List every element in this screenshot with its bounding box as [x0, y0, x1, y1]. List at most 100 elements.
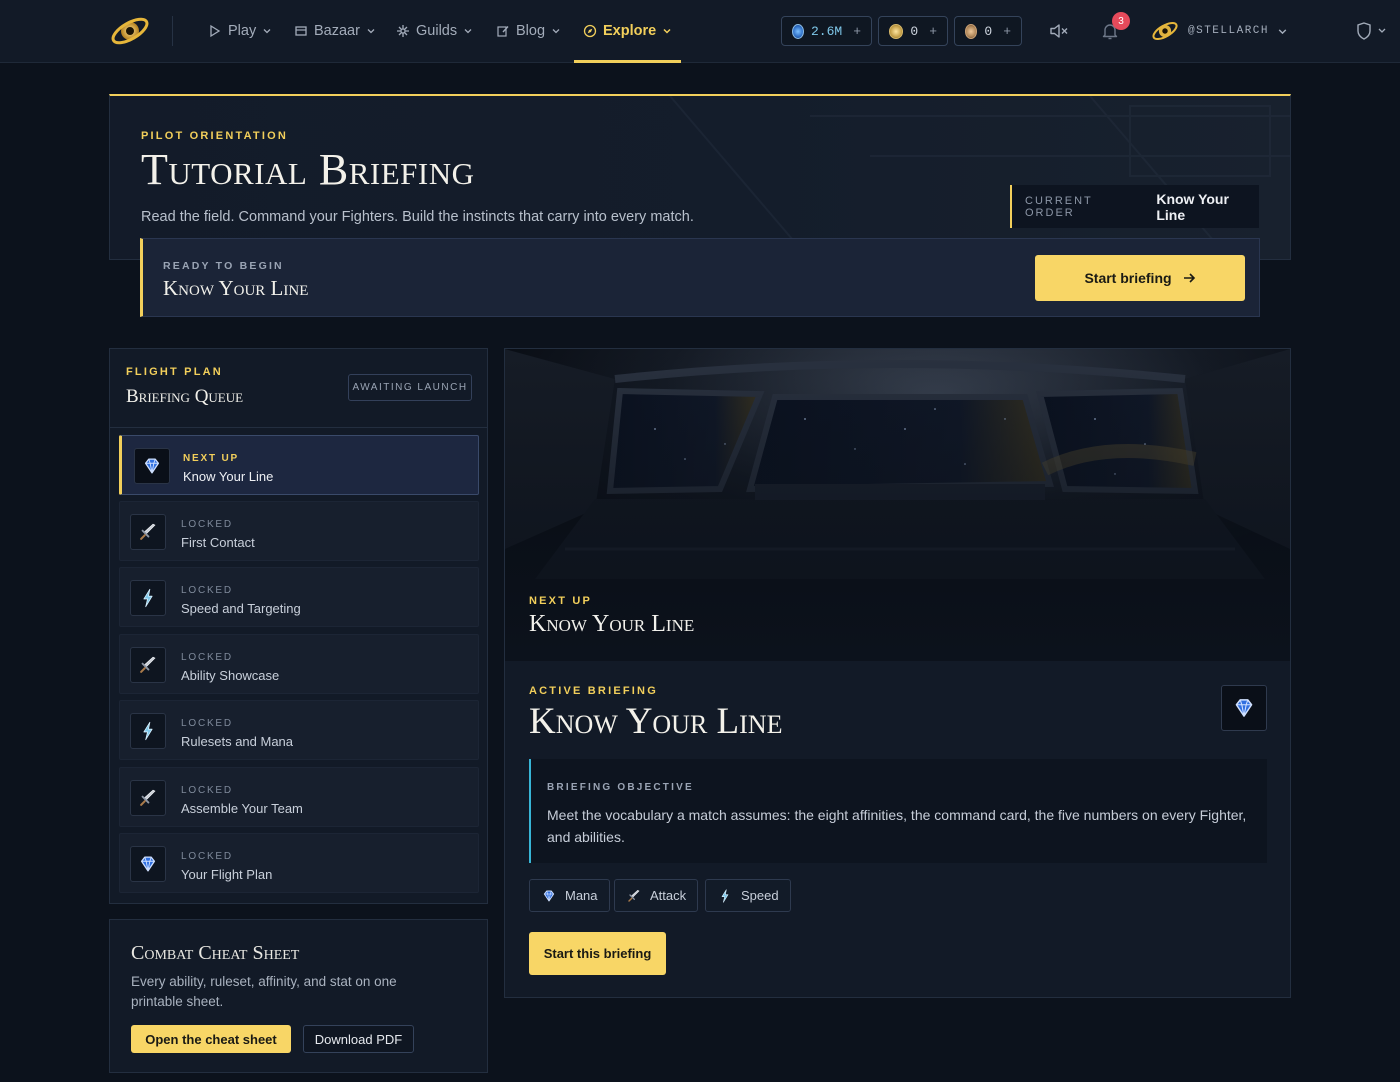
active-briefing-eyebrow: Active Briefing — [529, 685, 658, 697]
cheat-sheet-panel: Combat Cheat Sheet Every ability, rulese… — [109, 919, 488, 1073]
guild-icon — [397, 25, 409, 37]
chevron-down-icon — [552, 29, 560, 34]
chevron-down-icon — [464, 29, 472, 34]
bronze-coin-icon — [965, 23, 978, 39]
queue-item-icon-box — [130, 514, 166, 550]
cheat-sheet-title: Combat Cheat Sheet — [131, 942, 300, 964]
queue-item-status: Locked — [181, 851, 233, 862]
banner-title: Know Your Line — [529, 611, 695, 637]
objective-label: Briefing Objective — [547, 782, 694, 793]
ready-banner: Ready to begin Know Your Line Start brie… — [140, 238, 1260, 317]
briefing-banner: Next up Know Your Line — [505, 349, 1290, 661]
queue-item-status: Locked — [181, 785, 233, 796]
queue-item-icon-box — [130, 580, 166, 616]
briefing-icon-box — [1221, 685, 1267, 731]
user-menu[interactable]: @STELLARCH — [1150, 14, 1288, 48]
tag-label: Attack — [650, 888, 687, 903]
objective-text: Meet the vocabulary a match assumes: the… — [547, 807, 1247, 845]
play-icon — [210, 24, 221, 38]
queue-item[interactable]: Locked Ability Showcase — [119, 634, 479, 694]
nav-blog[interactable]: Blog — [496, 18, 561, 44]
briefing-title: Know Your Line — [529, 701, 783, 742]
nav-play-label: Play — [228, 23, 257, 39]
start-briefing-label: Start briefing — [1084, 270, 1172, 286]
queue-item[interactable]: Locked Rulesets and Mana — [119, 700, 479, 760]
credits-coin-icon — [792, 23, 804, 39]
currency-credits[interactable]: 2.6M + — [781, 16, 872, 46]
queue-item-name: Ability Showcase — [181, 668, 280, 683]
queue-item[interactable]: Locked First Contact — [119, 501, 479, 561]
queue-item-status: Locked — [181, 652, 233, 663]
currency-bronze[interactable]: 0 + — [954, 16, 1022, 46]
nav-bazaar[interactable]: Bazaar — [294, 18, 376, 44]
queue-item[interactable]: Next up Know Your Line — [119, 435, 479, 495]
tag-label: Mana — [565, 888, 598, 903]
nav-play[interactable]: Play — [208, 18, 272, 44]
current-order-value: Know Your Line — [1156, 190, 1229, 223]
tag-speed: Speed — [705, 879, 791, 912]
sword-icon — [137, 654, 159, 676]
queue-item-icon-box — [130, 713, 166, 749]
currency-gold-plus[interactable]: + — [929, 24, 937, 39]
top-navigation: Play Bazaar Guilds Blog Explore 2.6M + 0… — [0, 0, 1400, 63]
currency-bronze-value: 0 — [984, 23, 993, 39]
queue-item-name: Rulesets and Mana — [181, 734, 294, 749]
sword-icon — [137, 521, 159, 543]
queue-item-icon-box — [130, 647, 166, 683]
mute-icon[interactable] — [1048, 20, 1070, 42]
shield-icon[interactable] — [1355, 20, 1391, 42]
gem-icon — [541, 888, 557, 904]
nav-divider — [172, 16, 173, 46]
bolt-icon — [717, 888, 733, 904]
chevron-down-icon — [663, 28, 671, 34]
queue-item-status: Next up — [183, 453, 239, 464]
sword-icon — [626, 888, 642, 904]
briefing-queue-panel: Flight Plan Briefing Queue AWAITING LAUN… — [109, 348, 488, 904]
nav-guilds-label: Guilds — [416, 23, 458, 39]
queue-item-icon-box — [130, 780, 166, 816]
tag-label: Speed — [741, 888, 779, 903]
queue-item-icon-box — [134, 448, 170, 484]
open-cheat-sheet-button[interactable]: Open the cheat sheet — [131, 1025, 291, 1053]
tutorial-hero: Pilot Orientation Tutorial Briefing Read… — [109, 94, 1291, 260]
nav-guilds[interactable]: Guilds — [396, 18, 473, 44]
download-pdf-button[interactable]: Download PDF — [303, 1025, 414, 1053]
nav-explore[interactable]: Explore — [583, 18, 672, 44]
bolt-icon — [137, 720, 159, 742]
hero-eyebrow: Pilot Orientation — [141, 130, 288, 142]
queue-item-name: Speed and Targeting — [181, 601, 301, 616]
nav-explore-label: Explore — [603, 23, 657, 39]
currency-gold-value: 0 — [910, 23, 919, 39]
tag-attack: Attack — [614, 879, 699, 912]
tag-mana: Mana — [529, 879, 610, 912]
cheat-sheet-desc: Every ability, ruleset, affinity, and st… — [131, 974, 397, 1009]
queue-item[interactable]: Locked Your Flight Plan — [119, 833, 479, 893]
currency-bronze-plus[interactable]: + — [1003, 24, 1011, 39]
queue-eyebrow: Flight Plan — [126, 366, 223, 378]
queue-item-name: Know Your Line — [183, 469, 274, 484]
logo-icon[interactable] — [108, 10, 152, 52]
currency-credits-plus[interactable]: + — [853, 24, 861, 39]
current-order-label: CURRENT ORDER — [1025, 194, 1093, 219]
queue-item-status: Locked — [181, 585, 233, 596]
start-this-briefing-button[interactable]: Start this briefing — [529, 932, 666, 975]
sword-icon — [137, 787, 159, 809]
hero-subtitle: Read the field. Command your Fighters. B… — [141, 209, 694, 225]
queue-item-status: Locked — [181, 519, 233, 530]
briefing-objective: Briefing Objective Meet the vocabulary a… — [529, 759, 1267, 863]
gold-coin-icon — [889, 23, 904, 39]
queue-item[interactable]: Locked Speed and Targeting — [119, 567, 479, 627]
briefing-detail-panel: Next up Know Your Line Active Briefing K… — [504, 348, 1291, 998]
queue-item[interactable]: Locked Assemble Your Team — [119, 767, 479, 827]
notification-badge: 3 — [1112, 12, 1130, 30]
awaiting-launch-badge: AWAITING LAUNCH — [348, 374, 472, 401]
page-title: Tutorial Briefing — [141, 145, 475, 194]
currency-gold[interactable]: 0 + — [878, 16, 948, 46]
ready-title: Know Your Line — [163, 276, 309, 300]
arrow-right-icon — [1183, 273, 1195, 283]
chevron-down-icon — [367, 29, 375, 34]
start-briefing-button[interactable]: Start briefing — [1035, 255, 1245, 301]
gem-icon — [1231, 695, 1257, 721]
queue-item-name: Your Flight Plan — [181, 867, 273, 882]
username: @STELLARCH — [1188, 25, 1270, 37]
